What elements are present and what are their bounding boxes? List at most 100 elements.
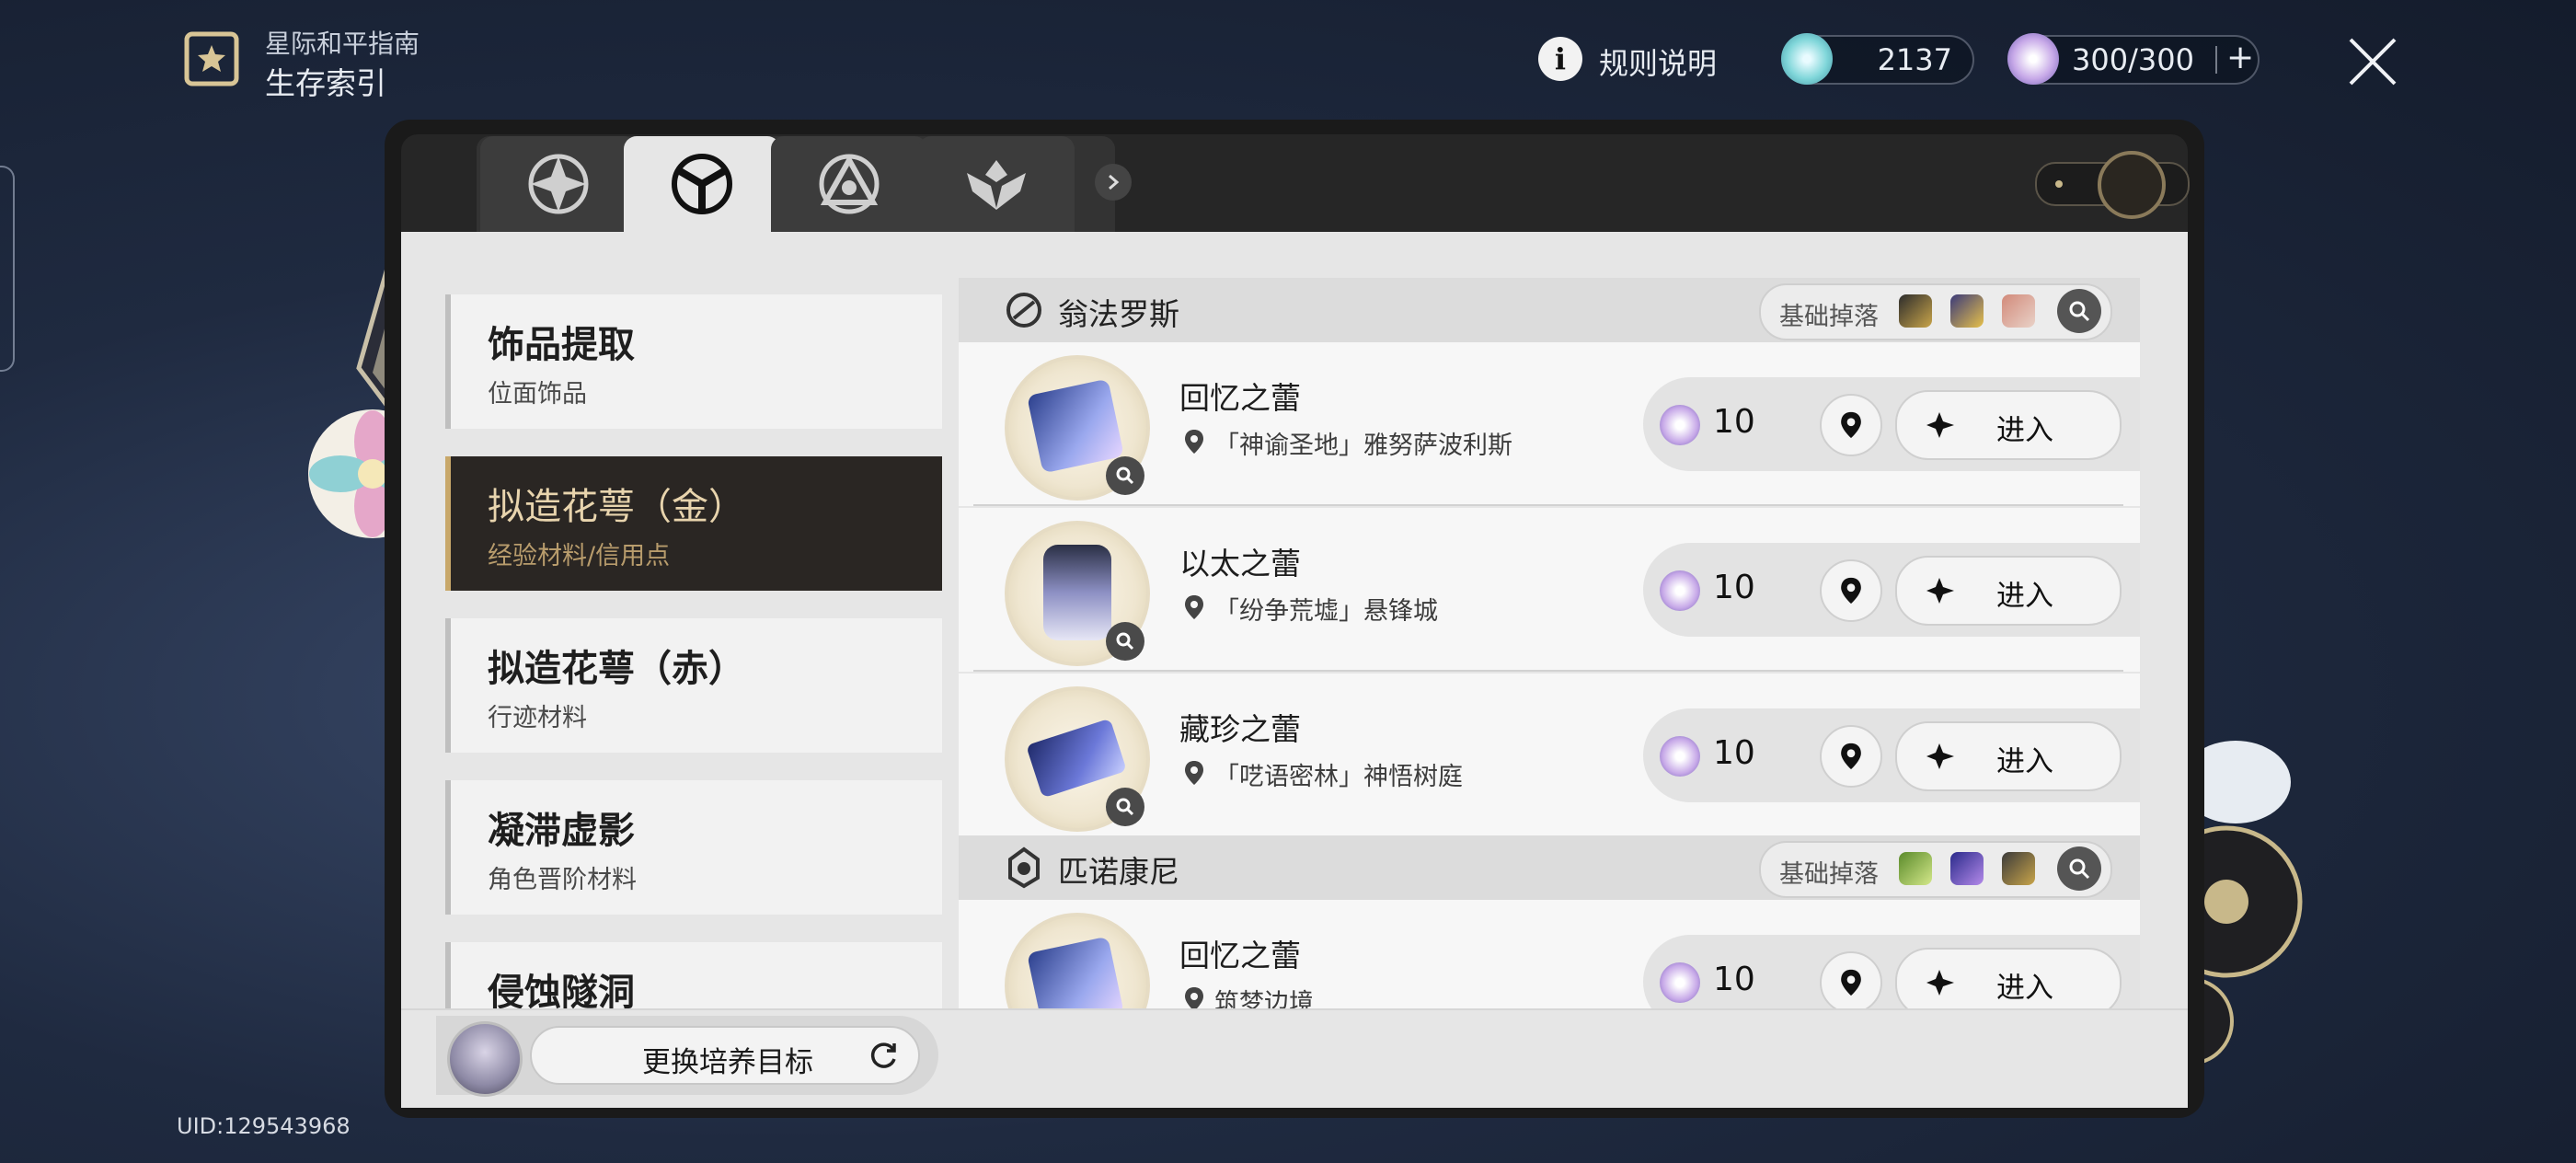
enter-label: 进入 — [1996, 414, 2053, 447]
location-pin-icon — [1185, 761, 1203, 785]
domain-title: 以太之蕾 — [1179, 546, 1301, 582]
tab-stagnant-shadow[interactable] — [771, 136, 927, 232]
base-drop-label: 基础掉落 — [1779, 860, 1879, 889]
page-title: 生存索引 — [265, 65, 386, 101]
guide-title: 星际和平指南 — [265, 29, 420, 59]
stamina-cost: 10 — [1713, 569, 1755, 606]
category-subtitle: 行迹材料 — [488, 704, 587, 732]
category-subtitle: 经验材料/信用点 — [488, 542, 671, 570]
enter-button[interactable]: 进入 — [1895, 948, 2122, 1008]
stamina-divider — [2215, 46, 2217, 74]
teleport-arrow-icon — [1926, 412, 1954, 438]
domain-row[interactable]: 回忆之蕾 筑梦边境 10 进入 — [959, 900, 2140, 1008]
category-subtitle: 角色晋阶材料 — [488, 866, 637, 894]
category-title: 拟造花萼（赤） — [488, 648, 745, 690]
enter-button[interactable]: 进入 — [1895, 721, 2122, 791]
domain-title: 回忆之蕾 — [1179, 938, 1301, 973]
stamina-counter[interactable]: 300/300 + — [2007, 33, 2260, 85]
category-subtitle: 位面饰品 — [488, 380, 587, 409]
drop-item-icon — [1950, 852, 1984, 885]
stamina-cost: 10 — [1713, 403, 1755, 441]
drop-item-icon — [2002, 852, 2035, 885]
domain-row[interactable]: 以太之蕾 「纷争荒墟」悬锋城 10 进入 — [959, 508, 2140, 672]
bud-of-memories-thumbnail — [1005, 913, 1150, 1008]
row-action-bar: 10 进入 — [1643, 935, 2140, 1008]
drop-item-icon — [1950, 294, 1984, 328]
close-icon[interactable] — [2344, 33, 2401, 90]
stamina-cost: 10 — [1713, 961, 1755, 998]
destruction-path-icon — [528, 154, 589, 214]
emblem-icon — [2098, 151, 2166, 219]
enter-button[interactable]: 进入 — [1895, 556, 2122, 626]
navigate-button[interactable] — [1820, 559, 1882, 622]
inspect-icon[interactable] — [1106, 456, 1144, 495]
search-icon[interactable] — [2057, 846, 2101, 891]
category-title: 拟造花萼（金） — [488, 486, 745, 528]
item-art — [1027, 378, 1124, 474]
category-cavern-corrosion[interactable]: 侵蚀隧洞 — [445, 942, 942, 1008]
enter-button[interactable]: 进入 — [1895, 390, 2122, 460]
avatar — [447, 1021, 523, 1097]
bud-of-aether-thumbnail — [1005, 521, 1150, 666]
guide-book-icon — [180, 28, 247, 90]
swap-target-bar: 更换培养目标 — [436, 1016, 938, 1097]
inspect-icon[interactable] — [1106, 622, 1144, 661]
category-relic-extraction[interactable]: 饰品提取 位面饰品 — [445, 294, 942, 429]
domain-row[interactable]: 藏珍之蕾 「呓语密林」神悟树庭 10 进入 — [959, 674, 2140, 835]
tab-scroll-right-icon[interactable] — [1095, 164, 1132, 201]
drop-item-icon — [1899, 294, 1932, 328]
search-icon[interactable] — [2057, 289, 2101, 333]
base-drop-panel: 基础掉落 — [1759, 283, 2112, 340]
category-stagnant-shadow[interactable]: 凝滞虚影 角色晋阶材料 — [445, 780, 942, 915]
navigate-button[interactable] — [1820, 394, 1882, 456]
tab-cavern[interactable] — [918, 136, 1075, 232]
navigate-button[interactable] — [1820, 951, 1882, 1008]
row-action-bar: 10 进入 — [1643, 543, 2140, 637]
left-edge-tab[interactable] — [0, 166, 15, 372]
trailblaze-power-icon — [1660, 570, 1700, 611]
enter-label: 进入 — [1996, 580, 2053, 613]
base-drop-panel: 基础掉落 — [1759, 841, 2112, 898]
navigate-button[interactable] — [1820, 725, 1882, 788]
base-drop-label: 基础掉落 — [1779, 303, 1879, 331]
row-action-bar: 10 进入 — [1643, 377, 2140, 471]
drop-item-icon — [2002, 294, 2035, 328]
category-calyx-golden[interactable]: 拟造花萼（金） 经验材料/信用点 — [445, 456, 942, 591]
location-pin-icon — [1185, 430, 1203, 454]
world-emblem-icon — [1006, 293, 1041, 328]
domain-row[interactable]: 回忆之蕾 「神谕圣地」雅努萨波利斯 10 进入 — [959, 342, 2140, 506]
teleport-arrow-icon — [1926, 578, 1954, 604]
location-pin-icon — [1185, 987, 1203, 1008]
info-icon: i — [1538, 37, 1582, 81]
stamina-cost: 10 — [1713, 734, 1755, 772]
item-art — [1027, 936, 1124, 1008]
currency-counter: 2137 — [1781, 33, 1974, 85]
add-stamina-button[interactable]: + — [2226, 39, 2254, 76]
emblem-dot — [2055, 180, 2063, 188]
tab-relic-farming[interactable] — [480, 136, 637, 232]
trailblaze-power-icon — [1660, 736, 1700, 777]
domain-location: 「神谕圣地」雅努萨波利斯 — [1214, 432, 1512, 460]
row-action-bar: 10 进入 — [1643, 708, 2140, 802]
map-pin-icon — [1841, 411, 1861, 439]
tab-bar-emblem — [2035, 151, 2190, 219]
trailblaze-power-icon — [1660, 962, 1700, 1003]
swap-target-button[interactable]: 更换培养目标 — [530, 1026, 920, 1085]
world-header-penacony: 匹诺康尼 基础掉落 — [959, 835, 2140, 900]
category-calyx-crimson[interactable]: 拟造花萼（赤） 行迹材料 — [445, 618, 942, 753]
list-clip: 回忆之蕾 筑梦边境 10 进入 — [959, 900, 2140, 1008]
tab-calyx[interactable] — [624, 136, 780, 232]
rules-button[interactable]: i 规则说明 — [1538, 35, 1741, 83]
world-header-amphoreus: 翁法罗斯 基础掉落 — [959, 278, 2140, 342]
drop-item-icon — [1899, 852, 1932, 885]
category-title: 饰品提取 — [488, 324, 635, 366]
world-emblem-icon — [1008, 846, 1040, 889]
cavern-tab-icon — [967, 160, 1026, 210]
item-art — [1043, 545, 1111, 640]
calyx-tab-icon — [672, 154, 732, 214]
inspect-icon[interactable] — [1106, 788, 1144, 826]
world-name: 匹诺康尼 — [1058, 854, 1179, 890]
map-pin-icon — [1841, 743, 1861, 770]
stagnant-shadow-tab-icon — [819, 154, 880, 214]
bud-of-treasures-thumbnail — [1005, 686, 1150, 832]
